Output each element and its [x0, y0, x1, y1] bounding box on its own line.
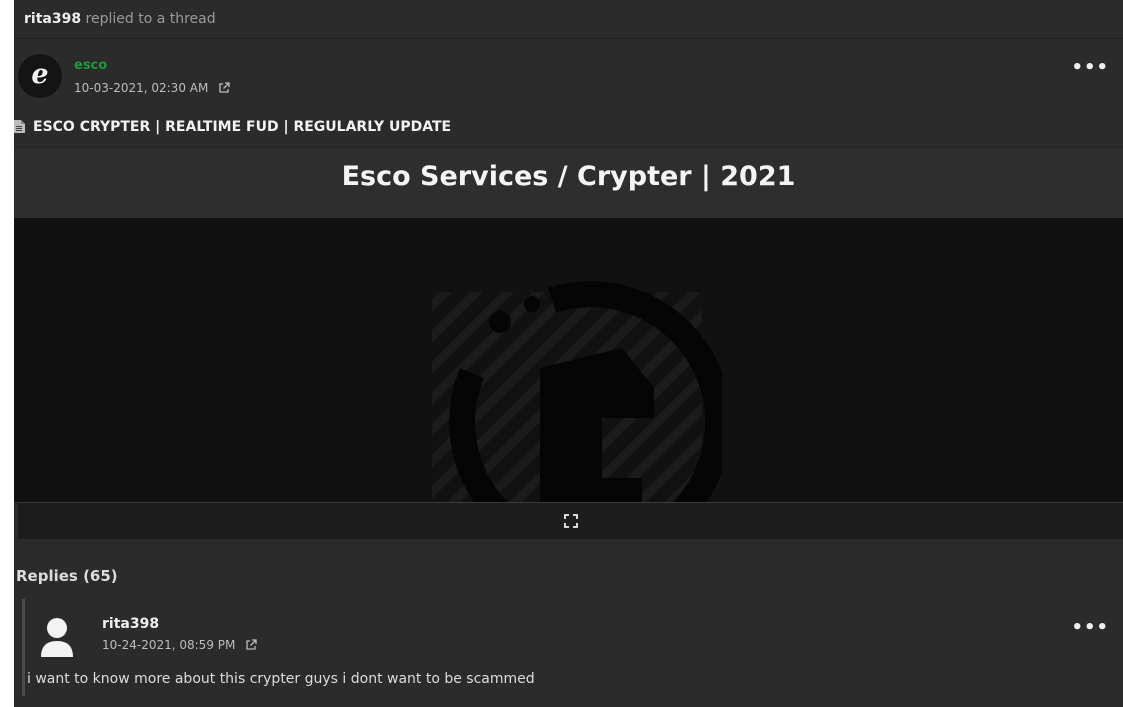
activity-user[interactable]: rita398 — [24, 11, 81, 27]
thread-title-text: ESCO CRYPTER | REALTIME FUD | REGULARLY … — [33, 119, 452, 135]
reply-timestamp-text: 10-24-2021, 08:59 PM — [102, 638, 236, 652]
reply-timestamp[interactable]: 10-24-2021, 08:59 PM — [102, 638, 257, 652]
activity-feed: rita398 replied to a thread e esco 10-03… — [14, 0, 1123, 707]
external-link-icon[interactable] — [218, 82, 230, 94]
activity-header: rita398 replied to a thread — [14, 0, 1123, 39]
reply-item: rita398 10-24-2021, 08:59 PM ••• i want … — [22, 599, 1123, 696]
document-icon — [14, 120, 25, 133]
activity-action: replied to a thread — [85, 11, 216, 27]
avatar-letter: e — [31, 59, 49, 90]
post-heading: Esco Services / Crypter | 2021 — [341, 161, 796, 192]
post-body: Esco Services / Crypter | 2021 — [14, 147, 1123, 218]
external-link-icon[interactable] — [245, 639, 257, 651]
reply-text: i want to know more about this crypter g… — [27, 671, 535, 687]
post-more-button[interactable]: ••• — [1071, 59, 1109, 77]
esco-logo — [432, 281, 722, 502]
post-timestamp-text: 10-03-2021, 02:30 AM — [74, 81, 209, 95]
reply-author[interactable]: rita398 — [102, 616, 159, 632]
post-timestamp[interactable]: 10-03-2021, 02:30 AM — [74, 81, 230, 95]
post-author[interactable]: esco — [74, 59, 107, 73]
video-player[interactable] — [14, 218, 1123, 502]
replies-title: Replies (65) — [16, 567, 118, 585]
reply-more-button[interactable]: ••• — [1071, 619, 1109, 637]
user-icon[interactable] — [39, 617, 75, 657]
author-avatar[interactable]: e — [18, 54, 62, 98]
post-header: e esco 10-03-2021, 02:30 AM ••• — [14, 39, 1123, 107]
video-controls — [18, 502, 1123, 539]
fullscreen-icon[interactable] — [563, 514, 578, 528]
thread-title[interactable]: ESCO CRYPTER | REALTIME FUD | REGULARLY … — [14, 107, 1123, 147]
